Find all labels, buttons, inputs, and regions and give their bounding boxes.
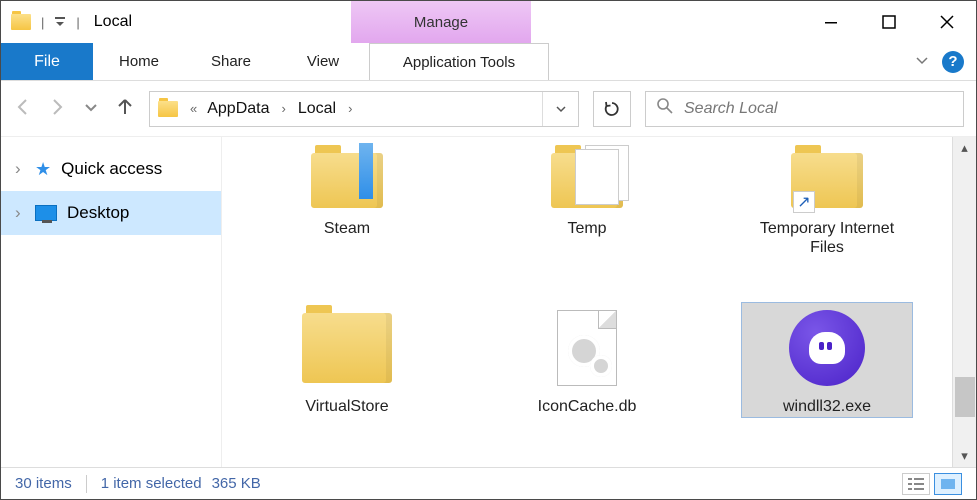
back-button[interactable] (13, 97, 33, 120)
file-item-windll32-exe[interactable]: windll32.exe (742, 303, 912, 416)
forward-button[interactable] (47, 97, 67, 120)
scroll-thumb[interactable] (955, 377, 975, 417)
ribbon-collapse-icon[interactable] (914, 52, 930, 71)
titlebar-separator: | (76, 15, 79, 30)
tab-application-tools[interactable]: Application Tools (369, 43, 549, 80)
item-label: Temp (567, 219, 606, 238)
view-details-button[interactable] (902, 473, 930, 495)
tab-share[interactable]: Share (185, 43, 277, 80)
breadcrumb-appdata[interactable]: AppData (201, 100, 275, 118)
quick-access-icon: ★ (35, 159, 51, 180)
ribbon-tabs: File Home Share View Application Tools ? (1, 43, 976, 81)
tab-home[interactable]: Home (93, 43, 185, 80)
sidebar-item-desktop[interactable]: › Desktop (1, 191, 221, 235)
titlebar-separator: | (41, 15, 44, 30)
sidebar-item-quick-access[interactable]: › ★ Quick access (1, 147, 221, 191)
folder-item-temp[interactable]: Temp (502, 145, 672, 257)
view-large-icons-button[interactable] (934, 473, 962, 495)
navigation-bar: « AppData › Local › Search Local (1, 81, 976, 137)
folder-icon (551, 153, 623, 208)
qat-dropdown-icon[interactable] (54, 16, 66, 28)
up-button[interactable] (115, 97, 135, 120)
status-item-count: 30 items (15, 475, 72, 492)
folder-icon (311, 153, 383, 208)
scroll-up-button[interactable]: ▴ (953, 137, 976, 159)
folder-item-steam[interactable]: Steam (262, 145, 432, 257)
chevron-right-icon[interactable]: › (342, 101, 358, 116)
file-menu[interactable]: File (1, 43, 93, 80)
shortcut-overlay-icon: ↗ (793, 191, 815, 213)
item-label: VirtualStore (305, 397, 388, 416)
file-item-iconcache[interactable]: IconCache.db (502, 303, 672, 416)
search-placeholder: Search Local (684, 100, 777, 118)
vertical-scrollbar[interactable]: ▴ ▾ (952, 137, 976, 467)
search-icon (656, 97, 674, 120)
chevron-right-icon[interactable]: › (276, 101, 292, 116)
address-folder-icon (158, 101, 178, 117)
explorer-window: | | Local Manage File Home Share View Ap… (0, 0, 977, 500)
item-label: Steam (324, 219, 370, 238)
context-tab-manage[interactable]: Manage (351, 1, 531, 43)
titlebar-folder-icon (11, 14, 31, 30)
address-history-dropdown[interactable] (542, 92, 578, 126)
sidebar-item-label: Quick access (61, 159, 162, 179)
item-label: Temporary Internet Files (742, 219, 912, 257)
tab-view[interactable]: View (277, 43, 369, 80)
status-selection-size: 365 KB (212, 475, 261, 492)
navigation-pane: › ★ Quick access › Desktop (1, 137, 222, 467)
scroll-down-button[interactable]: ▾ (953, 445, 976, 467)
help-button[interactable]: ? (942, 51, 964, 73)
breadcrumb-local[interactable]: Local (292, 100, 342, 118)
window-title: Local (94, 13, 132, 31)
search-box[interactable]: Search Local (645, 91, 964, 127)
status-bar: 30 items 1 item selected 365 KB (1, 467, 976, 499)
expand-icon[interactable]: › (15, 159, 25, 179)
item-label: IconCache.db (538, 397, 637, 416)
address-bar[interactable]: « AppData › Local › (149, 91, 579, 127)
folder-icon (302, 313, 392, 383)
maximize-button[interactable] (860, 3, 918, 41)
system-file-icon (557, 310, 617, 386)
desktop-icon (35, 205, 57, 221)
item-label: windll32.exe (783, 397, 871, 416)
recent-locations-button[interactable] (81, 97, 101, 120)
file-list-pane[interactable]: Steam Temp ↗ Temporary Internet Files Vi… (222, 137, 952, 467)
minimize-button[interactable] (802, 3, 860, 41)
sidebar-item-label: Desktop (67, 203, 129, 223)
folder-item-temp-internet-files[interactable]: ↗ Temporary Internet Files (742, 145, 912, 257)
refresh-button[interactable] (593, 91, 631, 127)
folder-item-virtualstore[interactable]: VirtualStore (262, 303, 432, 416)
application-icon (789, 310, 865, 386)
breadcrumb-truncated[interactable]: « (186, 101, 201, 116)
status-selection-count: 1 item selected (101, 475, 202, 492)
expand-icon[interactable]: › (15, 203, 25, 223)
close-button[interactable] (918, 3, 976, 41)
titlebar: | | Local Manage (1, 1, 976, 43)
